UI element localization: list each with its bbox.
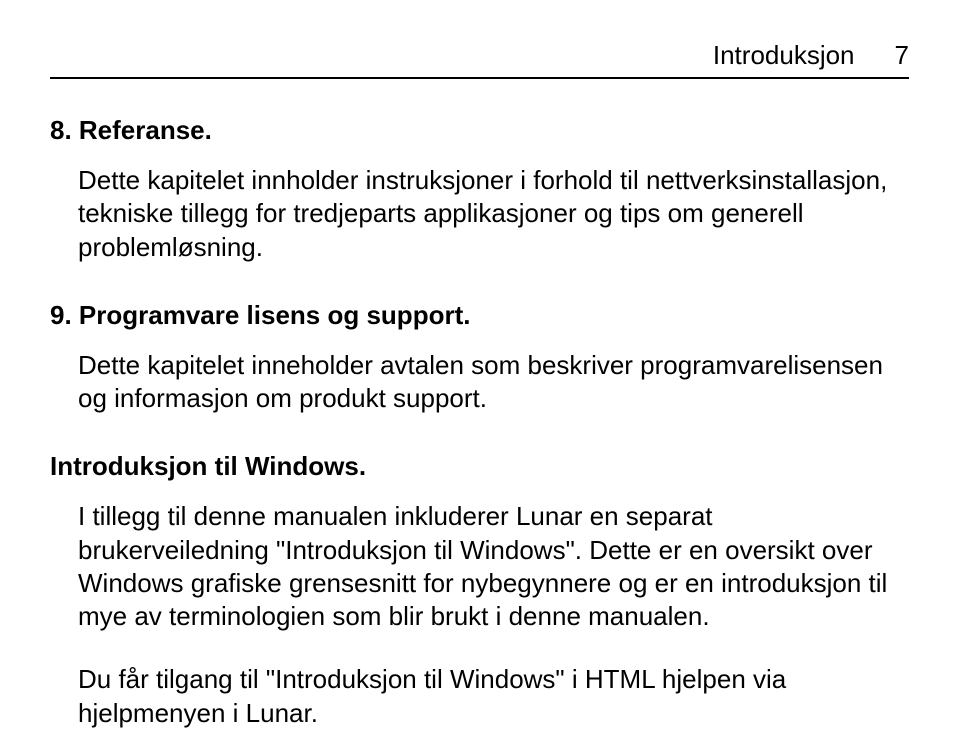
section-8-title: 8. Referanse.: [50, 115, 909, 146]
page-header: Introduksjon 7: [50, 40, 909, 79]
section-9-title: 9. Programvare lisens og support.: [50, 300, 909, 331]
section-intro-windows-title: Introduksjon til Windows.: [50, 451, 909, 482]
section-9-body: Dette kapitelet inneholder avtalen som b…: [78, 349, 909, 416]
section-8-body: Dette kapitelet innholder instruksjoner …: [78, 164, 909, 264]
page-number: 7: [895, 40, 909, 71]
section-intro-windows-body-2: Du får tilgang til "Introduksjon til Win…: [78, 663, 909, 730]
section-intro-windows-body-1: I tillegg til denne manualen inkluderer …: [78, 500, 909, 633]
running-title: Introduksjon: [713, 40, 855, 71]
